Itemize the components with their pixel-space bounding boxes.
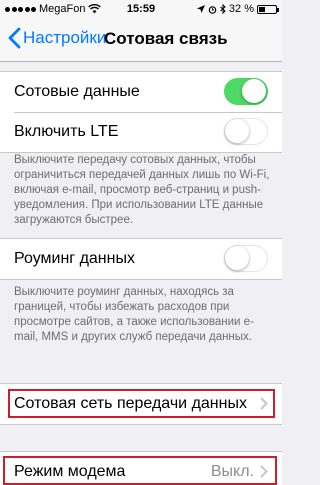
roaming-label: Роуминг данных <box>14 250 135 267</box>
navigation-bar: Настройки Сотовая связь <box>0 20 282 62</box>
cellular-settings-group: Сотовые данные Включить LTE <box>0 71 282 153</box>
roaming-note: Выключите роуминг данных, находясь за гр… <box>14 286 254 343</box>
roaming-group: Роуминг данных <box>0 238 282 280</box>
roaming-row: Роуминг данных <box>0 239 282 279</box>
page-title: Сотовая связь <box>104 29 228 48</box>
cellular-network-label: Сотовая сеть передачи данных <box>14 395 247 412</box>
cellular-network-row[interactable]: Сотовая сеть передачи данных <box>0 384 282 424</box>
cellular-data-toggle[interactable] <box>224 78 268 105</box>
chevron-right-icon <box>260 465 268 478</box>
lte-label: Включить LTE <box>14 123 119 140</box>
alarm-clock-icon <box>208 5 217 14</box>
status-bar: MegaFon 15:59 32 % <box>0 0 282 20</box>
chevron-left-icon <box>8 27 21 49</box>
cellular-data-row: Сотовые данные <box>0 72 282 112</box>
back-button[interactable]: Настройки <box>7 27 106 49</box>
lte-toggle[interactable] <box>224 118 268 145</box>
lte-row: Включить LTE <box>0 112 282 152</box>
cellular-network-group: Сотовая сеть передачи данных <box>0 383 282 425</box>
cellular-data-note: Выключите передачу сотовых данных, чтобы… <box>14 154 270 226</box>
roaming-toggle[interactable] <box>224 245 268 272</box>
cellular-data-label: Сотовые данные <box>14 83 140 100</box>
battery-percent: 32 % <box>228 3 254 15</box>
chevron-right-icon <box>260 397 268 410</box>
status-right: 32 % <box>196 3 279 15</box>
bluetooth-icon <box>220 4 226 14</box>
back-button-label: Настройки <box>23 28 107 47</box>
location-arrow-icon <box>196 5 205 13</box>
modem-row[interactable]: Режим модема Выкл. <box>0 452 282 485</box>
battery-icon <box>257 4 279 14</box>
modem-value: Выкл. <box>210 463 254 480</box>
modem-label: Режим модема <box>14 463 126 480</box>
modem-group: Режим модема Выкл. <box>0 451 282 485</box>
